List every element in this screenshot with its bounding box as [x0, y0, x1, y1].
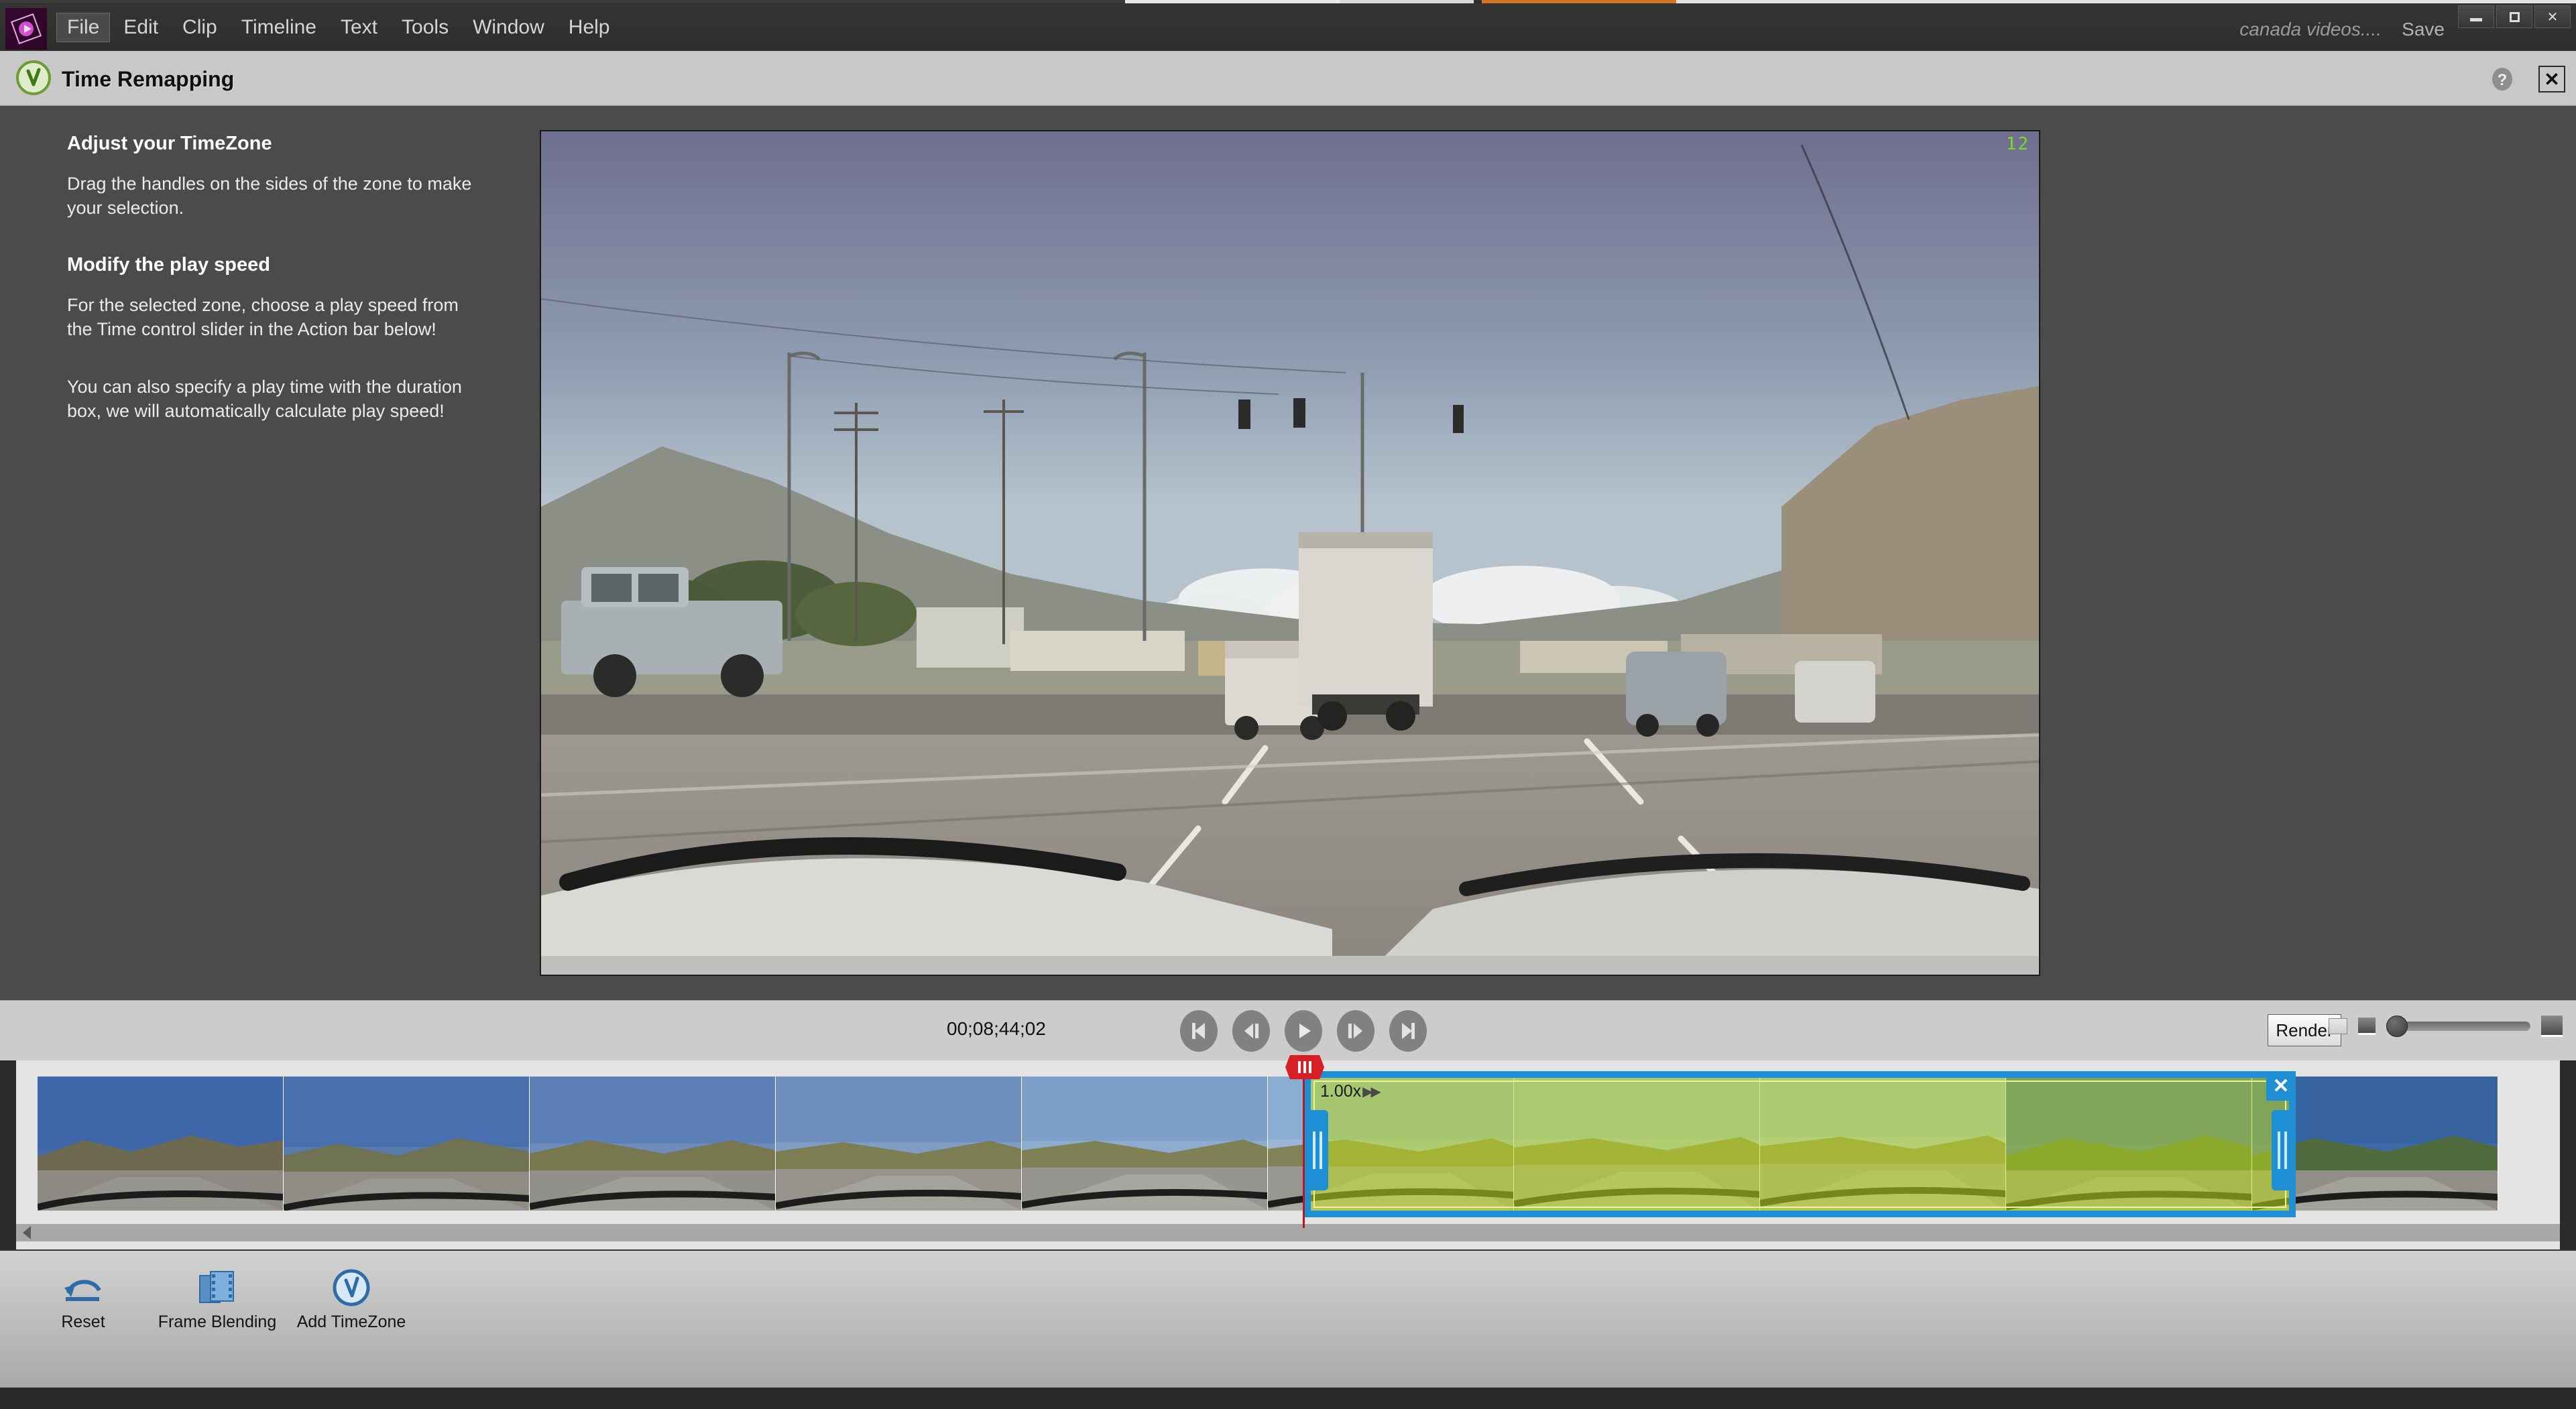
menu-clip[interactable]: Clip [172, 13, 228, 42]
zoom-slider-thumb[interactable] [2386, 1016, 2408, 1037]
action-bar: Reset Frame Blending Add TimeZone [0, 1249, 2576, 1388]
forward-chevron-icon: ▶▶ [1362, 1085, 1381, 1099]
timezone-speed-value: 1.00x [1320, 1082, 1362, 1101]
menu-timeline[interactable]: Timeline [231, 13, 327, 42]
clock-icon [284, 1263, 418, 1312]
timeline-zoom-controls[interactable] [2329, 1016, 2563, 1037]
page-title: Time Remapping [62, 67, 235, 91]
dialog-header: Time Remapping ? ✕ [0, 51, 2576, 106]
timeline-thumbnail[interactable] [530, 1077, 776, 1211]
menu-file[interactable]: File [56, 13, 111, 42]
timezone-fill [1311, 1078, 2289, 1211]
minimize-icon[interactable] [2458, 5, 2494, 28]
fit-zoom-icon[interactable] [2329, 1018, 2347, 1034]
help-icon[interactable]: ? [2489, 66, 2516, 96]
playhead-handle[interactable] [1285, 1055, 1324, 1079]
transport-bar: 00;08;44;02 Render [0, 1000, 2576, 1060]
preview-frame-counter: 12 [2005, 134, 2030, 154]
timeline-strip[interactable]: 1.00x ▶▶ ✕ [0, 1055, 2576, 1249]
play-button[interactable] [1285, 1010, 1322, 1052]
instruction-heading-2: Modify the play speed [67, 253, 270, 275]
tool-buttons[interactable]: Reset Frame Blending Add TimeZone [16, 1263, 418, 1332]
scroll-left-icon[interactable] [23, 1226, 31, 1239]
timeline-thumbnail[interactable] [1022, 1077, 1268, 1211]
timezone-selection[interactable]: 1.00x ▶▶ ✕ [1304, 1071, 2296, 1217]
film-strip-icon [150, 1263, 284, 1312]
reset-label: Reset [61, 1312, 105, 1331]
transport-buttons[interactable] [1180, 1010, 1427, 1052]
menu-bar[interactable]: File Edit Clip Timeline Text Tools Windo… [56, 4, 623, 51]
close-icon[interactable]: ✕ [2534, 5, 2571, 28]
timeline-thumbnail[interactable] [38, 1077, 284, 1211]
add-timezone-button[interactable]: Add TimeZone [284, 1263, 418, 1332]
instruction-body-3: You can also specify a play time with th… [67, 376, 462, 421]
instructions-sidebar: Adjust your TimeZone Drag the handles on… [0, 106, 536, 1000]
zoom-out-icon[interactable] [2358, 1018, 2376, 1035]
frame-blending-button[interactable]: Frame Blending [150, 1263, 284, 1332]
timezone-left-handle[interactable] [1307, 1110, 1328, 1190]
app-logo-icon [5, 8, 47, 50]
instruction-body-1: Drag the handles on the sides of the zon… [67, 174, 472, 218]
menu-edit[interactable]: Edit [113, 13, 169, 42]
timezone-right-handle[interactable] [2272, 1110, 2293, 1190]
title-bar: File Edit Clip Timeline Text Tools Windo… [0, 4, 2576, 51]
reset-button[interactable]: Reset [16, 1263, 150, 1332]
instruction-heading-1: Adjust your TimeZone [67, 133, 272, 154]
window-controls[interactable]: ✕ [2458, 5, 2571, 28]
svg-text:?: ? [2498, 71, 2508, 89]
go-to-end-button[interactable] [1389, 1010, 1427, 1052]
menu-window[interactable]: Window [462, 13, 555, 42]
menu-text[interactable]: Text [330, 13, 388, 42]
timezone-close-icon[interactable]: ✕ [2266, 1071, 2296, 1101]
playhead-line [1303, 1074, 1305, 1228]
video-frame-image [541, 131, 2039, 975]
undo-arc-icon [16, 1263, 150, 1312]
timeline-scrollbar[interactable] [16, 1224, 2560, 1241]
timeline-thumbnail[interactable] [284, 1077, 530, 1211]
clock-icon [15, 59, 52, 100]
timeline-thumbnail[interactable] [776, 1077, 1022, 1211]
add-timezone-label: Add TimeZone [296, 1312, 406, 1331]
document-title: canada videos.... [2239, 19, 2382, 40]
instruction-body-2: For the selected zone, choose a play spe… [67, 294, 459, 339]
application-window: File Edit Clip Timeline Text Tools Windo… [0, 0, 2576, 1409]
zoom-in-icon[interactable] [2541, 1016, 2563, 1037]
menu-tools[interactable]: Tools [391, 13, 459, 42]
save-button[interactable]: Save [2402, 19, 2445, 40]
dialog-body: Adjust your TimeZone Drag the handles on… [0, 106, 2576, 1000]
go-to-start-button[interactable] [1180, 1010, 1218, 1052]
step-forward-button[interactable] [1337, 1010, 1374, 1052]
maximize-icon[interactable] [2496, 5, 2532, 28]
menu-help[interactable]: Help [558, 13, 621, 42]
dialog-close-icon[interactable]: ✕ [2538, 66, 2565, 93]
frame-blending-label: Frame Blending [158, 1312, 277, 1331]
step-back-button[interactable] [1232, 1010, 1270, 1052]
zoom-slider[interactable] [2386, 1016, 2530, 1037]
video-preview[interactable]: 12 [540, 130, 2040, 976]
timecode-display: 00;08;44;02 [947, 1018, 1046, 1039]
timezone-speed-label: 1.00x ▶▶ [1320, 1082, 1381, 1101]
bottom-strip [0, 1388, 2576, 1409]
